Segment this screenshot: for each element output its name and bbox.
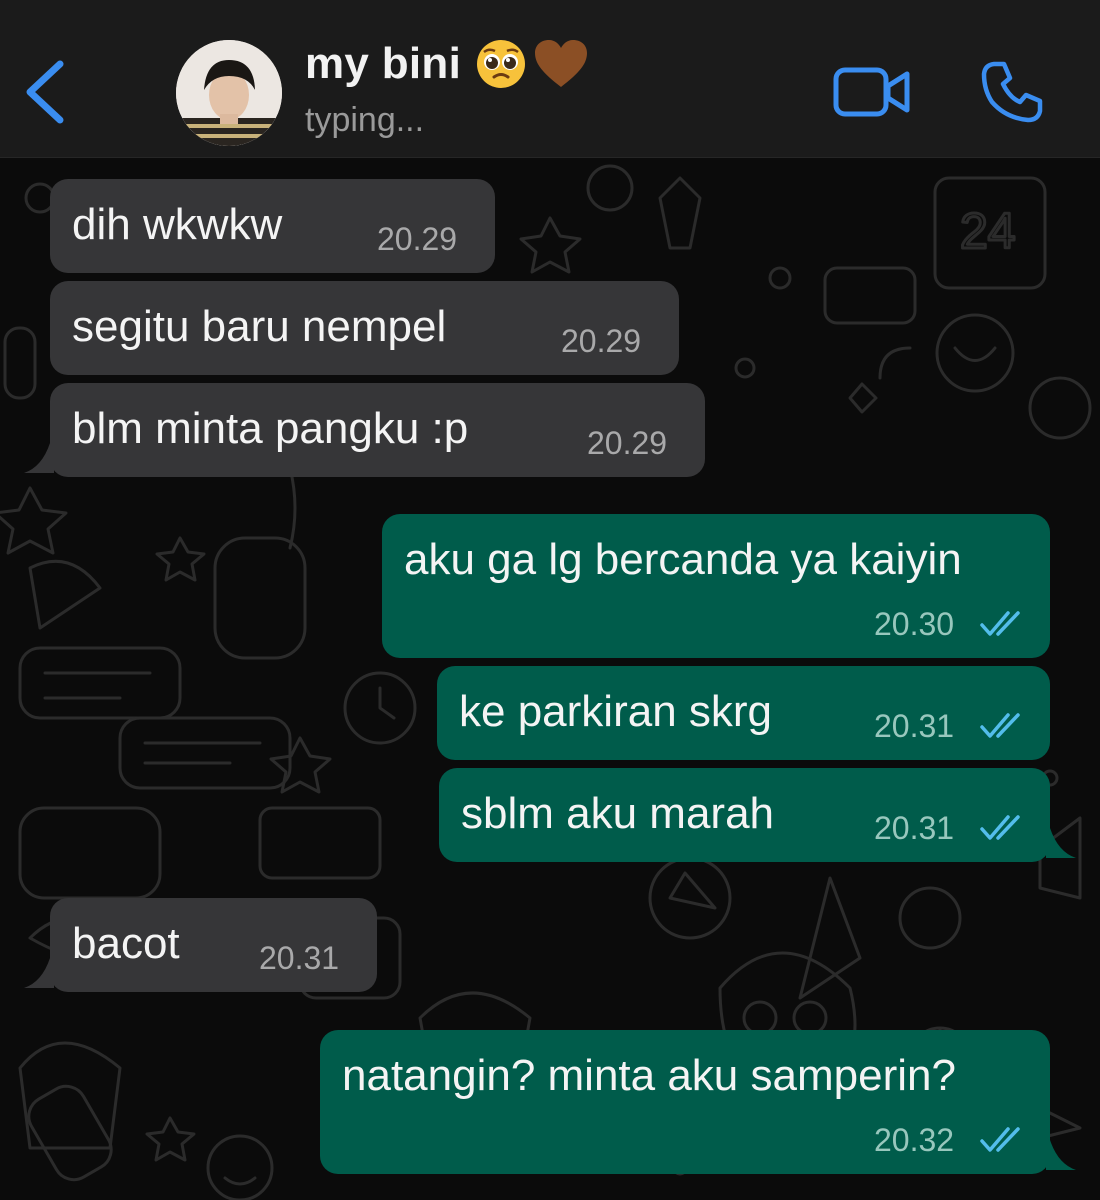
- bubble-tail: [24, 443, 54, 473]
- typing-status: typing...: [305, 101, 425, 139]
- pleading-face-icon: [477, 40, 526, 88]
- read-receipt-icon: [980, 611, 1020, 636]
- voice-call-button[interactable]: [980, 58, 1046, 124]
- read-receipt-icon: [980, 815, 1020, 840]
- message-text: segitu baru nempel: [72, 302, 447, 351]
- video-camera-icon: [833, 67, 910, 117]
- contact-photo: [176, 40, 282, 146]
- message-bubble-outgoing[interactable]: sblm aku marah 20.31: [439, 768, 1050, 862]
- message-bubble-outgoing[interactable]: aku ga lg bercanda ya kaiyin 20.30: [382, 514, 1050, 658]
- message-time: 20.29: [377, 221, 458, 257]
- message-list[interactable]: 24 dih wkwkw 20.29 segitu baru nempel 20…: [0, 158, 1100, 1200]
- svg-text:24: 24: [960, 203, 1016, 259]
- message-text: blm minta pangku :p: [72, 404, 469, 453]
- message-bubble-incoming[interactable]: bacot 20.31: [50, 898, 377, 992]
- bubble-tail: [1046, 828, 1076, 858]
- bubble-tail: [1046, 1140, 1076, 1170]
- message-bubble-incoming[interactable]: dih wkwkw 20.29: [50, 179, 495, 273]
- read-receipt-icon: [980, 713, 1020, 738]
- video-call-button[interactable]: [832, 62, 912, 122]
- chevron-left-icon: [26, 60, 64, 124]
- message-time: 20.30: [874, 606, 955, 642]
- message-time: 20.31: [874, 708, 955, 744]
- message-bubble-outgoing[interactable]: natangin? minta aku samperin? 20.32: [320, 1030, 1050, 1174]
- message-text: bacot: [72, 919, 180, 968]
- chat-header: my bini typing...: [0, 0, 1100, 158]
- message-time: 20.31: [259, 940, 340, 976]
- message-text: natangin? minta aku samperin?: [342, 1051, 956, 1100]
- brown-heart-icon: [535, 40, 588, 87]
- message-text: dih wkwkw: [72, 200, 283, 249]
- bubble-tail: [24, 958, 54, 988]
- message-time: 20.32: [874, 1122, 955, 1158]
- message-bubble-outgoing[interactable]: ke parkiran skrg 20.31: [437, 666, 1050, 760]
- contact-name[interactable]: my bini: [305, 39, 461, 89]
- message-bubble-incoming[interactable]: blm minta pangku :p 20.29: [50, 383, 705, 477]
- back-button[interactable]: [18, 50, 78, 130]
- avatar[interactable]: [176, 40, 282, 146]
- message-bubble-incoming[interactable]: segitu baru nempel 20.29: [50, 281, 679, 375]
- message-time: 20.29: [561, 323, 642, 359]
- read-receipt-icon: [980, 1127, 1020, 1152]
- message-text: ke parkiran skrg: [459, 687, 773, 736]
- phone-icon: [981, 61, 1043, 123]
- message-text: aku ga lg bercanda ya kaiyin: [404, 535, 962, 584]
- message-time: 20.29: [587, 425, 668, 461]
- message-time: 20.31: [874, 810, 955, 846]
- message-text: sblm aku marah: [461, 789, 775, 838]
